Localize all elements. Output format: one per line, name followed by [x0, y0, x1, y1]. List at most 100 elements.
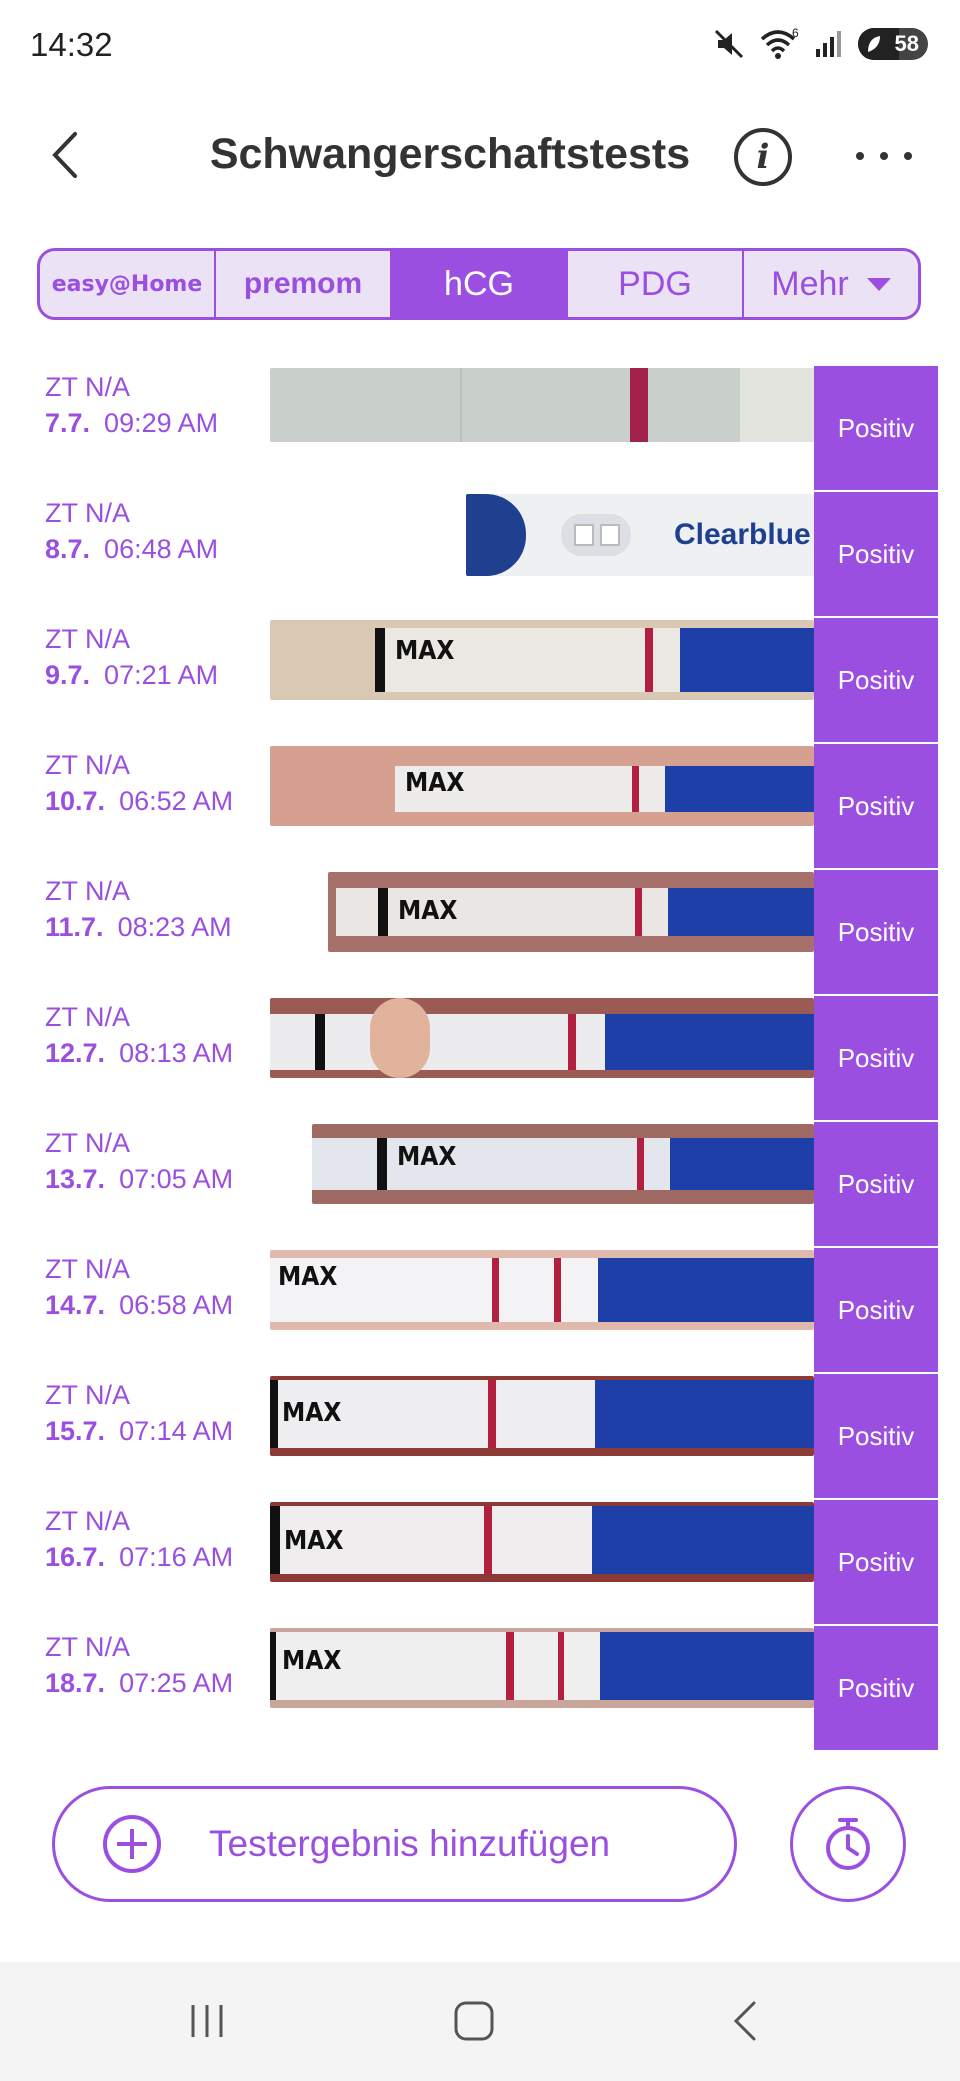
result-badge: Positiv — [814, 1122, 938, 1246]
test-date: 13.7. — [45, 1164, 106, 1194]
add-test-result-button[interactable]: Testergebnis hinzufügen — [52, 1786, 737, 1902]
test-datetime: 10.7. 06:52 AM — [45, 786, 233, 817]
test-row[interactable]: ZT N/A 9.7. 07:21 AM MAX Positiv — [0, 618, 960, 744]
result-badge: Positiv — [814, 996, 938, 1120]
tab-label: hCG — [444, 264, 514, 303]
more-dots-icon — [856, 152, 864, 160]
test-strip-image — [270, 998, 814, 1078]
wifi-badge: 6 — [792, 27, 799, 40]
tab-label: PDG — [618, 264, 692, 303]
add-test-result-label: Testergebnis hinzufügen — [209, 1823, 611, 1864]
test-datetime: 16.7. 07:16 AM — [45, 1542, 233, 1573]
tab-label: premom — [243, 267, 363, 300]
tab-easy-at-home[interactable]: easy@Home — [40, 251, 216, 317]
back-button[interactable] — [40, 125, 90, 185]
info-button[interactable]: i — [734, 128, 792, 186]
battery-icon: 58 — [858, 28, 928, 60]
test-date: 10.7. — [45, 786, 106, 816]
test-date: 16.7. — [45, 1542, 106, 1572]
leaf-icon — [868, 36, 880, 52]
test-date: 11.7. — [45, 912, 104, 942]
test-row[interactable]: ZT N/A 12.7. 08:13 AM Positiv — [0, 996, 960, 1122]
result-badge: Positiv — [814, 366, 938, 490]
cycle-day: ZT N/A — [45, 1002, 131, 1032]
cycle-day: ZT N/A — [45, 1128, 131, 1158]
test-time: 07:05 AM — [119, 1164, 234, 1194]
caret-down-icon — [866, 277, 891, 291]
stopwatch-icon — [826, 1818, 870, 1870]
test-datetime: 18.7. 07:25 AM — [45, 1668, 233, 1699]
test-time: 06:58 AM — [119, 1290, 234, 1320]
home-icon — [454, 2001, 494, 2041]
wifi-icon: 6 — [760, 27, 799, 59]
signal-icon — [816, 31, 841, 57]
test-strip-image: MAX — [270, 1250, 814, 1330]
battery-percent: 58 — [894, 31, 919, 56]
test-row[interactable]: ZT N/A 14.7. 06:58 AM MAX Positiv — [0, 1248, 960, 1374]
result-badge: Positiv — [814, 870, 938, 994]
result-badge: Positiv — [814, 1626, 938, 1750]
test-time: 09:29 AM — [104, 408, 219, 438]
result-badge: Positiv — [814, 1374, 938, 1498]
max-marker: MAX — [397, 1142, 457, 1172]
test-row[interactable]: ZT N/A 13.7. 07:05 AM MAX Positiv — [0, 1122, 960, 1248]
max-marker: MAX — [395, 636, 455, 666]
max-marker: MAX — [398, 896, 458, 926]
timer-button[interactable] — [790, 1786, 906, 1902]
result-badge: Positiv — [814, 618, 938, 742]
test-list: ZT N/A 7.7. 09:29 AM Positiv ZT N/A 8.7. 0… — [0, 366, 960, 1752]
mute-icon — [714, 29, 744, 59]
test-date: 15.7. — [45, 1416, 106, 1446]
test-datetime: 7.7. 09:29 AM — [45, 408, 218, 439]
page-title: Schwangerschaftstests — [209, 130, 691, 178]
test-time: 06:52 AM — [119, 786, 234, 816]
test-row[interactable]: ZT N/A 15.7. 07:14 AM MAX Positiv — [0, 1374, 960, 1500]
cycle-day: ZT N/A — [45, 750, 131, 780]
test-row[interactable]: ZT N/A 16.7. 07:16 AM MAX Positiv — [0, 1500, 960, 1626]
tab-more[interactable]: Mehr — [744, 251, 918, 317]
system-back-button[interactable] — [720, 1996, 770, 2046]
max-marker: MAX — [278, 1262, 338, 1292]
test-time: 08:13 AM — [119, 1038, 234, 1068]
tab-pdg[interactable]: PDG — [568, 251, 744, 317]
test-datetime: 8.7. 06:48 AM — [45, 534, 218, 565]
cycle-day: ZT N/A — [45, 498, 131, 528]
max-marker: MAX — [282, 1646, 342, 1676]
test-datetime: 11.7. 08:23 AM — [45, 912, 232, 943]
more-options-button[interactable] — [856, 138, 912, 174]
test-date: 7.7. — [45, 408, 91, 438]
tab-label: Mehr — [771, 264, 849, 303]
test-strip-image: MAX — [270, 1502, 814, 1582]
test-row[interactable]: ZT N/A 11.7. 08:23 AM MAX Positiv — [0, 870, 960, 996]
test-row[interactable]: ZT N/A 8.7. 06:48 AM Clearblue Positiv — [0, 492, 960, 618]
max-marker: MAX — [284, 1526, 344, 1556]
tab-hcg[interactable]: hCG — [392, 251, 568, 317]
brand-label: Clearblue — [674, 518, 811, 551]
home-button[interactable] — [449, 1996, 499, 2046]
test-date: 12.7. — [45, 1038, 106, 1068]
cycle-day: ZT N/A — [45, 1506, 131, 1536]
test-date: 9.7. — [45, 660, 91, 690]
status-bar: 14:32 6 58 — [0, 0, 960, 90]
max-marker: MAX — [282, 1398, 342, 1428]
test-time: 06:48 AM — [104, 534, 219, 564]
test-strip-image: MAX — [270, 620, 814, 700]
tab-label: easy@Home — [51, 271, 203, 297]
test-time: 08:23 AM — [117, 912, 232, 942]
tab-premom[interactable]: premom — [216, 251, 392, 317]
result-badge: Positiv — [814, 1248, 938, 1372]
test-strip-image: MAX — [270, 1628, 814, 1708]
info-icon: i — [756, 137, 770, 177]
test-type-tabs: easy@Home premom hCG PDG Mehr — [37, 248, 921, 320]
test-time: 07:16 AM — [119, 1542, 234, 1572]
test-row[interactable]: ZT N/A 10.7. 06:52 AM MAX Positiv — [0, 744, 960, 870]
back-arrow-icon — [733, 2001, 756, 2041]
test-date: 14.7. — [45, 1290, 106, 1320]
recent-apps-button[interactable] — [182, 1996, 232, 2046]
test-datetime: 13.7. 07:05 AM — [45, 1164, 233, 1195]
cycle-day: ZT N/A — [45, 1380, 131, 1410]
test-row[interactable]: ZT N/A 18.7. 07:25 AM MAX Positiv — [0, 1626, 960, 1752]
test-row[interactable]: ZT N/A 7.7. 09:29 AM Positiv — [0, 366, 960, 492]
cycle-day: ZT N/A — [45, 876, 131, 906]
result-badge: Positiv — [814, 492, 938, 616]
